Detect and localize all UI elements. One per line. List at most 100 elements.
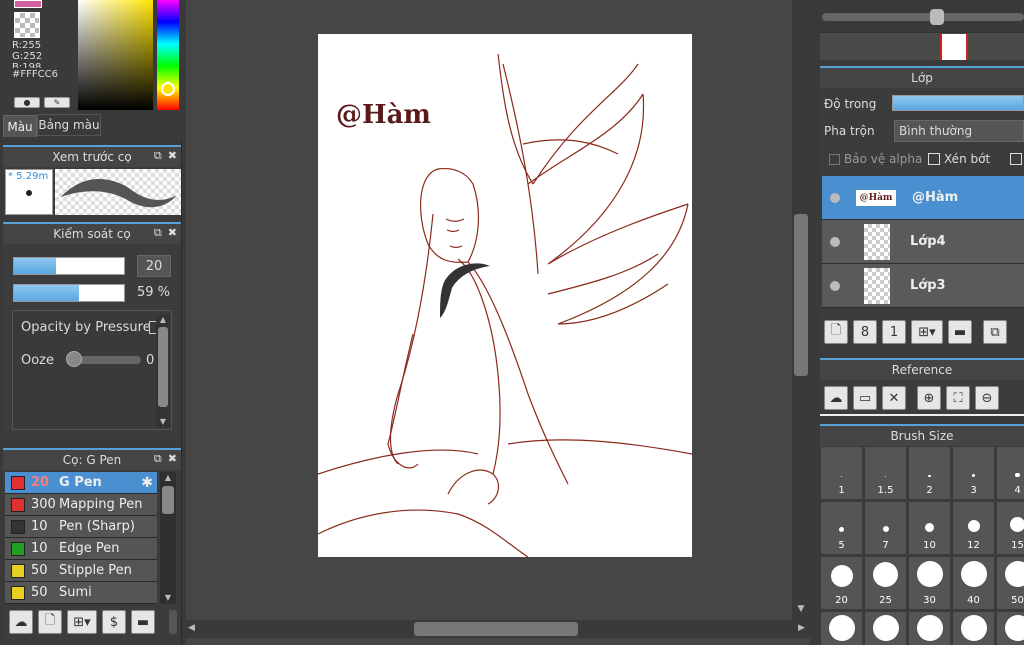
brush-size-cell[interactable] bbox=[952, 611, 995, 645]
navigator-thumbnail[interactable] bbox=[940, 34, 968, 60]
brush-size-dot-icon bbox=[882, 526, 889, 532]
gear-icon[interactable]: ✱ bbox=[141, 475, 153, 491]
fit-icon[interactable]: ⛶ bbox=[946, 386, 970, 410]
brush-size-cell[interactable]: 4 bbox=[996, 446, 1024, 500]
brush-item[interactable]: 20 G Pen ✱ bbox=[5, 472, 157, 494]
extra-checkbox[interactable] bbox=[1010, 153, 1022, 165]
brush-size-cell[interactable]: 12 bbox=[952, 501, 995, 555]
brush-size-cell[interactable]: 40 bbox=[952, 556, 995, 610]
popout-icon[interactable]: ⧉ bbox=[154, 452, 162, 466]
canvas-vertical-scrollbar[interactable]: ▼ bbox=[792, 0, 810, 620]
new-layer-8bit-icon[interactable]: 8 bbox=[853, 320, 877, 344]
brush-item[interactable]: 50 Stipple Pen bbox=[5, 560, 157, 582]
brush-size-cell[interactable]: 1.5 bbox=[864, 446, 907, 500]
hue-handle[interactable] bbox=[161, 82, 175, 96]
clipping-checkbox[interactable] bbox=[928, 153, 940, 165]
zoom-out-icon[interactable]: ⊖ bbox=[975, 386, 999, 410]
reference-toolbar: ☁ ▭ ✕ ⊕ ⛶ ⊖ bbox=[824, 386, 999, 410]
layer-item[interactable]: Lớp4 bbox=[822, 220, 1024, 264]
scroll-right-icon[interactable]: ▶ bbox=[798, 623, 805, 633]
brush-size-cell[interactable]: 20 bbox=[820, 556, 863, 610]
brush-size-cell[interactable]: 10 bbox=[908, 501, 951, 555]
brush-list-scroll-thumb[interactable] bbox=[162, 486, 174, 514]
brush-size-cell[interactable]: 50 bbox=[996, 556, 1024, 610]
brush-item[interactable]: 50 Sumi bbox=[5, 582, 157, 604]
brush-size-cell[interactable] bbox=[820, 611, 863, 645]
add-brush-icon[interactable]: ⊞▾ bbox=[67, 610, 97, 634]
close-icon[interactable]: ✖ bbox=[168, 149, 177, 163]
scroll-left-icon[interactable]: ◀ bbox=[188, 623, 195, 633]
tab-palette[interactable]: Bảng màu bbox=[37, 114, 101, 136]
brush-item[interactable]: 10 Pen (Sharp) bbox=[5, 516, 157, 538]
brush-size-cell[interactable]: 15 bbox=[996, 501, 1024, 555]
scroll-down-icon[interactable]: ▼ bbox=[160, 592, 176, 604]
layer-opacity-bar[interactable] bbox=[892, 95, 1024, 111]
close-reference-icon[interactable]: ✕ bbox=[882, 386, 906, 410]
navigator-slider[interactable] bbox=[822, 13, 1024, 21]
scroll-up-icon[interactable]: ▲ bbox=[160, 472, 176, 484]
brush-size-cell[interactable]: 3 bbox=[952, 446, 995, 500]
open-folder-icon[interactable]: ▭ bbox=[853, 386, 877, 410]
right-panel: Lớp Độ trong Pha trộn Bình thường Bảo vệ… bbox=[818, 0, 1024, 645]
blend-mode-select[interactable]: Bình thường bbox=[894, 120, 1024, 142]
scroll-down-icon[interactable]: ▼ bbox=[792, 604, 810, 614]
drawing-canvas[interactable]: @Hàm bbox=[318, 34, 692, 557]
canvas-horizontal-scrollbar[interactable]: ◀ ▶ bbox=[186, 620, 810, 638]
color-pick-button[interactable]: ✎ bbox=[44, 97, 70, 108]
popout-icon[interactable]: ⧉ bbox=[154, 226, 162, 240]
new-brush-icon[interactable]: 🗋 bbox=[38, 610, 62, 634]
eye-icon[interactable] bbox=[830, 192, 840, 203]
layer-item[interactable]: Lớp3 bbox=[822, 264, 1024, 308]
foreground-swatch[interactable] bbox=[14, 0, 42, 8]
brush-list-scrollbar[interactable]: ▲ ▼ bbox=[160, 472, 176, 604]
hue-slider[interactable] bbox=[157, 0, 179, 110]
brush-settings-icon[interactable]: $ bbox=[102, 610, 126, 634]
brush-item[interactable]: 10 Edge Pen bbox=[5, 538, 157, 560]
scroll-up-icon[interactable]: ▲ bbox=[156, 315, 170, 325]
folder-icon[interactable]: ▬ bbox=[131, 610, 155, 634]
add-layer-menu-icon[interactable]: ⊞▾ bbox=[911, 320, 943, 344]
popout-icon[interactable]: ⧉ bbox=[154, 149, 162, 163]
blend-mode-label: Pha trộn bbox=[824, 124, 875, 138]
brush-size-cell[interactable]: 5 bbox=[820, 501, 863, 555]
size-slider[interactable] bbox=[13, 257, 125, 275]
new-layer-icon[interactable]: 🗋 bbox=[824, 320, 848, 344]
duplicate-layer-icon[interactable]: ⧉ bbox=[983, 320, 1007, 344]
scroll-down-icon[interactable]: ▼ bbox=[156, 417, 170, 427]
eye-icon[interactable] bbox=[830, 280, 840, 291]
zoom-in-icon[interactable]: ⊕ bbox=[917, 386, 941, 410]
close-icon[interactable]: ✖ bbox=[168, 226, 177, 240]
saturation-value-square[interactable] bbox=[78, 0, 153, 110]
canvas-vscroll-thumb[interactable] bbox=[794, 214, 808, 376]
new-layer-1bit-icon[interactable]: 1 bbox=[882, 320, 906, 344]
opacity-slider[interactable] bbox=[13, 284, 125, 302]
reference-panel: Reference ☁ ▭ ✕ ⊕ ⛶ ⊖ bbox=[820, 358, 1024, 416]
settings-scrollbar[interactable]: ▲ ▼ bbox=[156, 315, 170, 427]
canvas-hscroll-thumb[interactable] bbox=[414, 622, 578, 636]
layer-item[interactable]: @Hàm @Hàm bbox=[822, 176, 1024, 220]
brush-size-cell[interactable]: 2 bbox=[908, 446, 951, 500]
brush-item[interactable]: 300 Mapping Pen bbox=[5, 494, 157, 516]
brush-size-cell[interactable] bbox=[996, 611, 1024, 645]
size-value[interactable]: 20 bbox=[137, 255, 171, 277]
cloud-upload-icon[interactable]: ☁ bbox=[824, 386, 848, 410]
settings-scroll-thumb[interactable] bbox=[158, 327, 168, 407]
protect-alpha-checkbox[interactable] bbox=[829, 154, 840, 165]
brush-size-cell[interactable] bbox=[864, 611, 907, 645]
layer-folder-icon[interactable]: ▬ bbox=[948, 320, 972, 344]
panel-grip[interactable] bbox=[169, 610, 177, 634]
eye-icon[interactable] bbox=[830, 236, 840, 247]
brush-size-cell[interactable]: 25 bbox=[864, 556, 907, 610]
color-add-button[interactable]: ● bbox=[14, 97, 40, 108]
transparent-swatch[interactable] bbox=[14, 12, 40, 38]
navigator-slider-handle[interactable] bbox=[930, 9, 944, 25]
ooze-handle[interactable] bbox=[66, 351, 82, 367]
cloud-upload-icon[interactable]: ☁ bbox=[9, 610, 33, 634]
brush-size-cell[interactable]: 1 bbox=[820, 446, 863, 500]
brush-size-dot-icon bbox=[971, 473, 976, 477]
brush-size-cell[interactable]: 30 bbox=[908, 556, 951, 610]
tab-color[interactable]: Màu bbox=[3, 115, 37, 137]
brush-size-cell[interactable]: 7 bbox=[864, 501, 907, 555]
close-icon[interactable]: ✖ bbox=[168, 452, 177, 466]
brush-size-cell[interactable] bbox=[908, 611, 951, 645]
